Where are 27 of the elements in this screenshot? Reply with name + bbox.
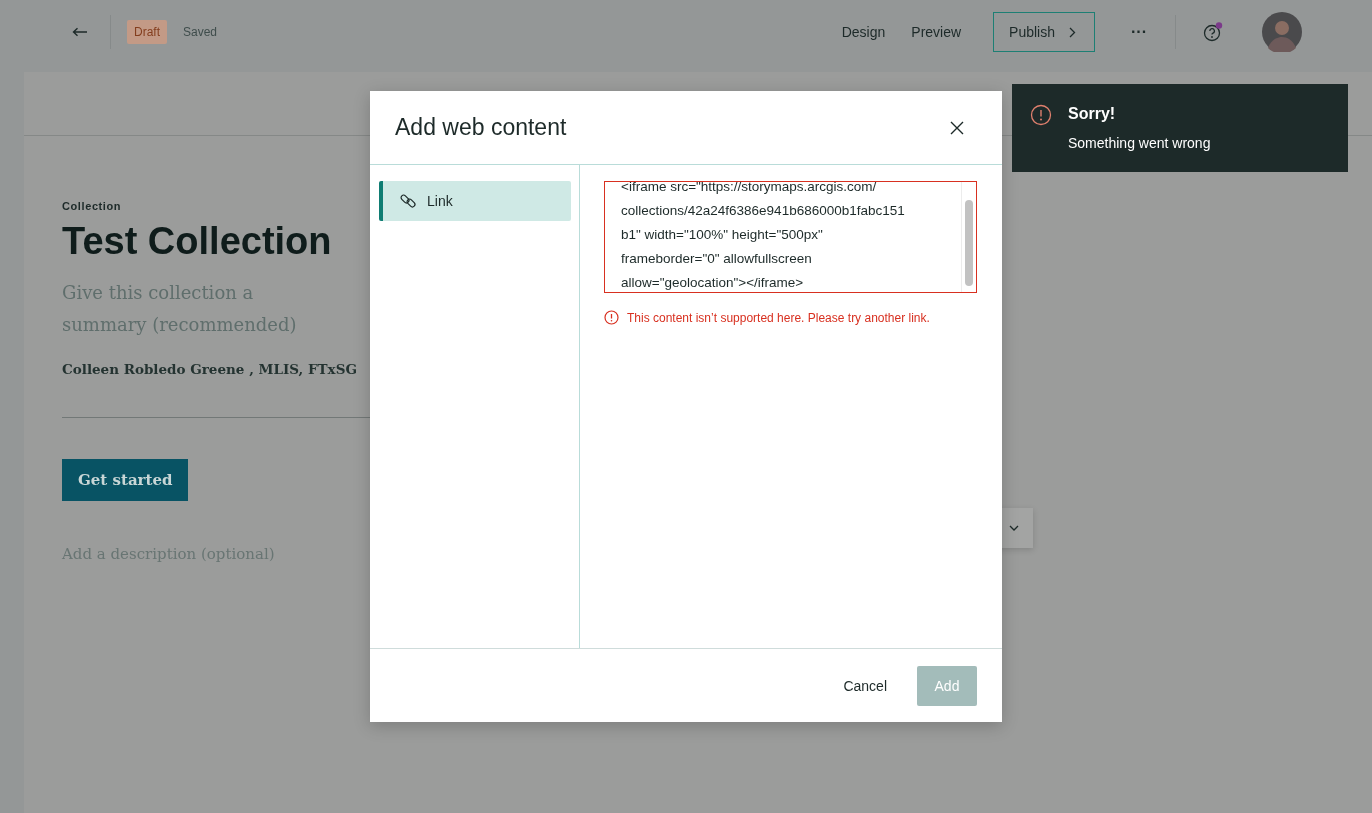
save-status: Saved (183, 25, 218, 39)
embed-code-field[interactable]: <iframe src="https://storymaps.arcgis.com/ collections/42a24f6386e941b686000b1fabc151 b1" width="100%" height="500px" frameborder="0" allowfullscreen allow="geolocation"></iframe> (604, 181, 977, 293)
toast-title: Sorry! (1068, 105, 1117, 123)
alert-icon (1030, 104, 1052, 126)
chevron-right-icon (1069, 26, 1076, 38)
toast-message: Something went wrong (1068, 135, 1211, 151)
byline: Colleen Robledo Greene , MLIS, FTxSG (62, 361, 357, 377)
error-message: This content isn’t supported here. Please try another link. (627, 310, 930, 325)
collection-title: Test Collection (62, 220, 332, 263)
back-button[interactable] (70, 25, 90, 39)
help-button[interactable] (1202, 21, 1224, 43)
nav-link[interactable]: Design (841, 24, 886, 40)
more-button[interactable]: ··· (1125, 22, 1153, 42)
nav-link[interactable]: Preview (911, 24, 962, 40)
close-button[interactable] (950, 120, 964, 135)
cancel-button[interactable]: Cancel (837, 665, 893, 706)
scrollbar-thumb[interactable] (965, 200, 973, 286)
get-started-button[interactable]: Get started (62, 459, 189, 501)
dialog-title: Add web content (395, 114, 567, 141)
status-badge: Draft (127, 20, 167, 44)
chevron-icon (1009, 525, 1019, 531)
error-icon (604, 310, 619, 325)
publish-button[interactable]: Publish (993, 12, 1095, 52)
avatar[interactable] (1262, 12, 1302, 52)
eyebrow-label: Collection (62, 200, 122, 212)
link-icon (399, 192, 417, 210)
link-tab[interactable]: Link (379, 181, 571, 221)
